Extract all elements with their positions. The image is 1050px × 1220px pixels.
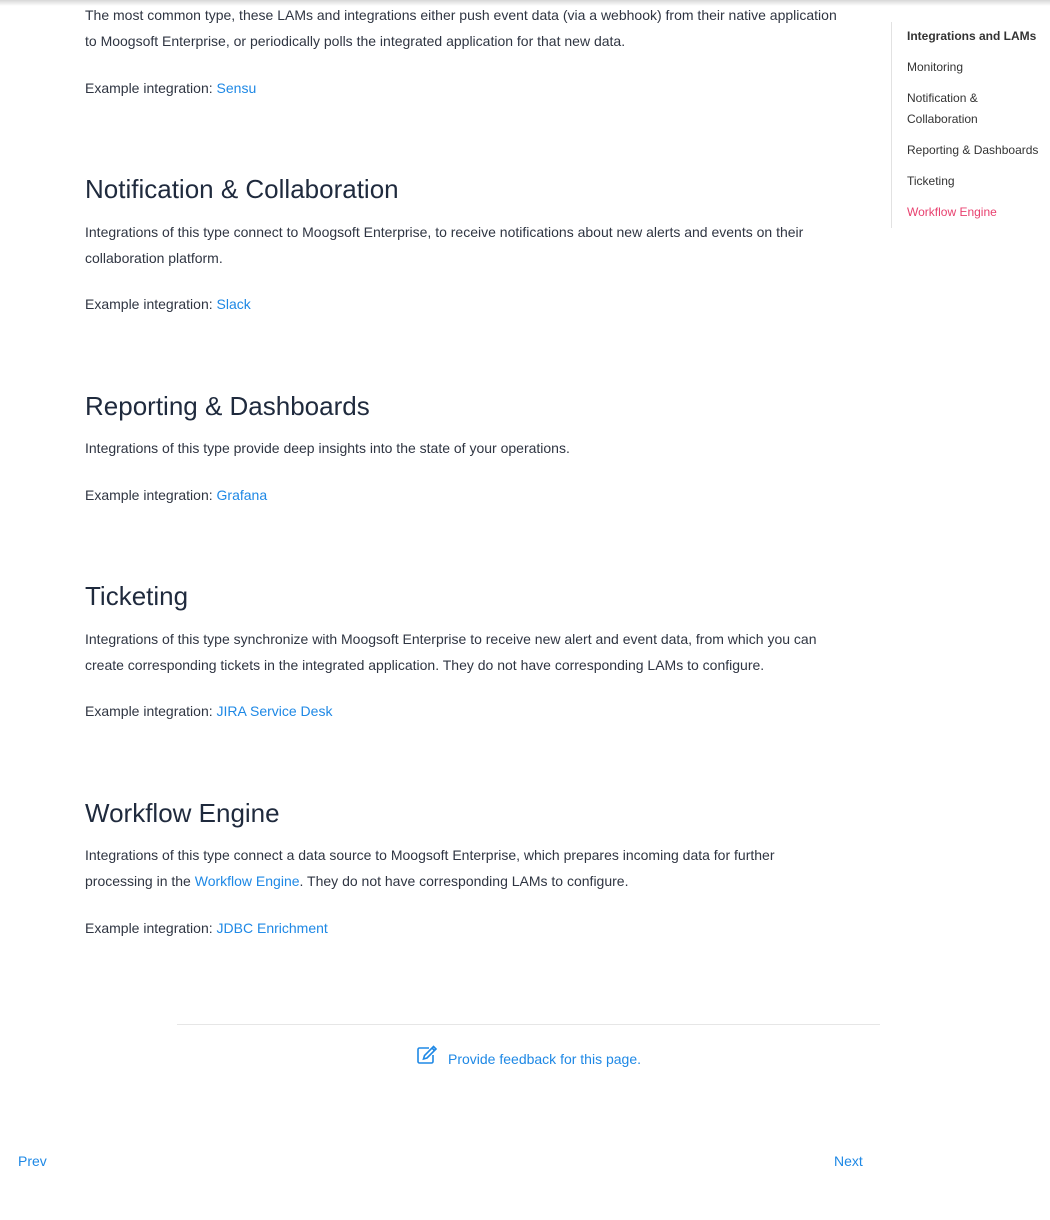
heading-notification: Notification & Collaboration (85, 174, 399, 204)
example-link-jdbc[interactable]: JDBC Enrichment (217, 920, 328, 936)
table-of-contents: Integrations and LAMs Monitoring Notific… (891, 22, 1050, 228)
next-link[interactable]: Next (834, 1153, 863, 1169)
toc-item-integrations-and-lams[interactable]: Integrations and LAMs (907, 26, 1036, 47)
example-prefix: Example integration: (85, 80, 217, 96)
workflow-engine-link[interactable]: Workflow Engine (195, 873, 300, 889)
example-link-grafana[interactable]: Grafana (217, 487, 268, 503)
example-link-slack[interactable]: Slack (217, 296, 251, 312)
intro-text: The most common type, these LAMs and int… (85, 7, 837, 49)
example-prefix: Example integration: (85, 920, 217, 936)
example-prefix: Example integration: (85, 487, 217, 503)
notification-example: Example integration: Slack (85, 291, 251, 317)
reporting-text: Integrations of this type provide deep i… (85, 440, 570, 456)
toc-item-monitoring[interactable]: Monitoring (907, 57, 963, 78)
toc-item-reporting[interactable]: Reporting & Dashboards (907, 140, 1038, 161)
footer-divider (177, 1024, 880, 1025)
intro-paragraph: The most common type, these LAMs and int… (85, 2, 845, 54)
feedback-link[interactable]: Provide feedback for this page. (416, 1044, 641, 1070)
ticketing-text: Integrations of this type synchronize wi… (85, 631, 817, 673)
workflow-example: Example integration: JDBC Enrichment (85, 915, 328, 941)
toc-item-ticketing[interactable]: Ticketing (907, 171, 955, 192)
reporting-paragraph: Integrations of this type provide deep i… (85, 435, 570, 461)
example-link-jira[interactable]: JIRA Service Desk (217, 703, 333, 719)
reporting-example: Example integration: Grafana (85, 482, 267, 508)
example-link-sensu[interactable]: Sensu (217, 80, 257, 96)
notification-text: Integrations of this type connect to Moo… (85, 224, 804, 266)
prev-link[interactable]: Prev (18, 1153, 47, 1169)
heading-reporting: Reporting & Dashboards (85, 391, 370, 421)
ticketing-example: Example integration: JIRA Service Desk (85, 698, 332, 724)
intro-example: Example integration: Sensu (85, 75, 256, 101)
toc-item-notification[interactable]: Notification & Collaboration (907, 88, 1027, 130)
notification-paragraph: Integrations of this type connect to Moo… (85, 219, 825, 271)
heading-ticketing: Ticketing (85, 581, 189, 611)
example-prefix: Example integration: (85, 703, 217, 719)
example-prefix: Example integration: (85, 296, 217, 312)
edit-icon (416, 1044, 438, 1070)
workflow-text-after: . They do not have corresponding LAMs to… (299, 873, 629, 889)
heading-workflow: Workflow Engine (85, 798, 280, 828)
ticketing-paragraph: Integrations of this type synchronize wi… (85, 626, 825, 678)
toc-item-workflow-engine[interactable]: Workflow Engine (907, 202, 997, 223)
workflow-paragraph: Integrations of this type connect a data… (85, 842, 790, 894)
feedback-label: Provide feedback for this page. (448, 1051, 642, 1067)
